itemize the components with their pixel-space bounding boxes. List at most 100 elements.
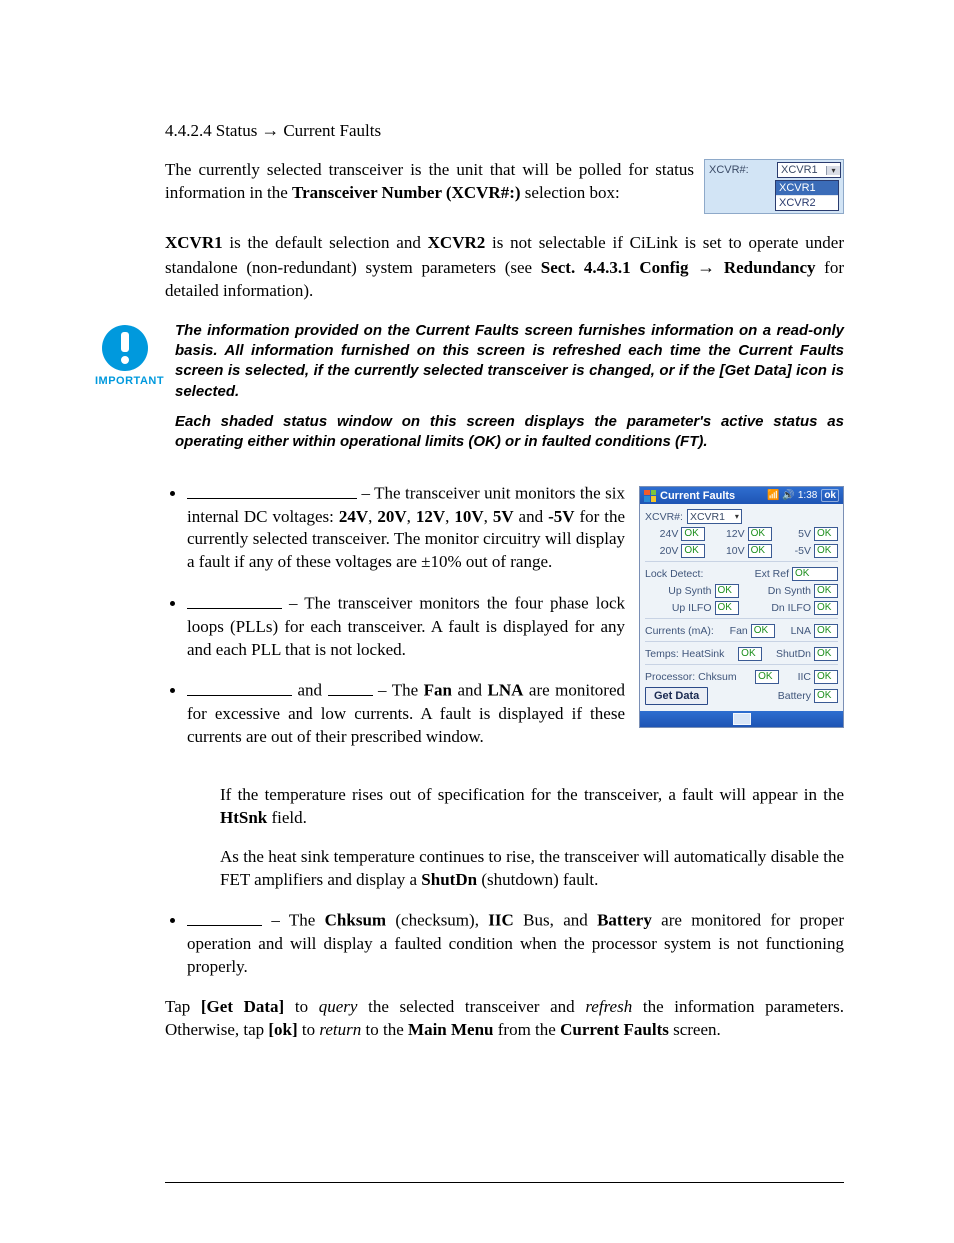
shutdn-lbl: ShutDn: [776, 648, 811, 660]
tl-j: return: [319, 1020, 361, 1039]
b3g: LNA: [488, 681, 524, 700]
chevron-down-icon: ▾: [826, 166, 840, 175]
important-icon-wrap: IMPORTANT: [95, 321, 155, 463]
imp-p1c: screen furnishes information on a: [519, 322, 776, 339]
dropdown-option-1[interactable]: XCVR1: [776, 181, 838, 196]
p2-t1: is the default selection and: [223, 233, 428, 252]
bullet-lock-detect: – The transceiver monitors the four phas…: [187, 592, 625, 661]
upilfo-lbl: Up ILFO: [672, 602, 712, 614]
standalone-paragraph: XCVR1 is the default selection and XCVR2…: [165, 232, 844, 303]
tl-c: to: [284, 997, 319, 1016]
tl-d: query: [319, 997, 358, 1016]
hs-a: If the temperature rises out of specific…: [220, 785, 844, 804]
pda-xcvr-value: XCVR1: [690, 511, 735, 523]
intro-text-end: selection box:: [521, 183, 620, 202]
blank-underline: [187, 482, 357, 498]
b1m: -5V: [548, 507, 574, 526]
b4f: Bus, and: [514, 911, 597, 930]
volt-5v-val: OK: [814, 527, 838, 541]
tl-l: Main Menu: [408, 1020, 493, 1039]
tl-n: Current Faults: [560, 1020, 669, 1039]
dnilfo-lbl: Dn ILFO: [771, 602, 811, 614]
b4g: Battery: [597, 911, 652, 930]
shutdown-paragraph: As the heat sink temperature continues t…: [220, 846, 844, 892]
upsynth-val: OK: [715, 584, 739, 598]
volt-n5v-lbl: -5V: [795, 545, 811, 557]
intro-strong: Transceiver Number (XCVR#:): [292, 183, 521, 202]
imp-p1a: The information provided on the: [175, 322, 415, 339]
dropdown-options: XCVR1 XCVR2: [775, 180, 839, 211]
chevron-down-icon: ▾: [735, 512, 739, 521]
volt-12v-lbl: 12V: [726, 528, 745, 540]
pda-xcvr-select[interactable]: XCVR1 ▾: [687, 509, 742, 524]
footer-rule: [165, 1182, 844, 1183]
b4d: (checksum),: [386, 911, 488, 930]
battery-lbl: Battery: [778, 690, 811, 702]
pda-title: Current Faults: [660, 490, 763, 502]
bullet-voltages: – The transceiver unit monitors the six …: [187, 482, 625, 574]
section-heading: 4.4.2.4 Status → Current Faults: [165, 120, 844, 141]
b4b: – The: [262, 911, 325, 930]
b1l: and: [514, 507, 548, 526]
tl-b: [Get Data]: [201, 997, 284, 1016]
dnilfo-val: OK: [814, 601, 838, 615]
volt-10v-lbl: 10V: [726, 545, 745, 557]
upilfo-val: OK: [715, 601, 739, 615]
arrow-icon: →: [261, 120, 279, 141]
lna-val: OK: [814, 624, 838, 638]
chksum-val: OK: [755, 670, 779, 684]
imp-p2c: or in faulted conditions: [501, 433, 675, 450]
imp-p1b: Current Faults: [415, 322, 519, 339]
b1e: 20V: [377, 507, 406, 526]
b1i: 10V: [454, 507, 483, 526]
section-title-post: Current Faults: [283, 121, 381, 141]
tl-k: to the: [361, 1020, 408, 1039]
dropdown-value: XCVR1: [778, 163, 826, 177]
tail-paragraph: Tap [Get Data] to query the selected tra…: [165, 996, 844, 1042]
battery-val: OK: [814, 689, 838, 703]
bullet-list: – The transceiver unit monitors the six …: [165, 482, 625, 766]
imp-p2d: (FT): [675, 433, 703, 450]
iic-val: OK: [814, 670, 838, 684]
hs-c: field.: [267, 808, 307, 827]
b3d: – The: [373, 681, 424, 700]
imp-p1h: [Get Data]: [720, 362, 792, 379]
heatsink-paragraph: If the temperature rises out of specific…: [220, 784, 844, 830]
upsynth-lbl: Up Synth: [668, 585, 711, 597]
blank-underline: [187, 592, 282, 608]
chksum-lbl: Chksum: [698, 671, 737, 683]
get-data-button[interactable]: Get Data: [645, 687, 708, 705]
dropdown-select[interactable]: XCVR1 ▾: [777, 162, 841, 178]
pda-xcvr-row: XCVR#: XCVR1 ▾: [645, 509, 838, 524]
exclamation-icon: [102, 325, 148, 371]
fan-val: OK: [751, 624, 775, 638]
b4c: Chksum: [325, 911, 386, 930]
volt-24v-val: OK: [681, 527, 705, 541]
important-note: IMPORTANT The information provided on th…: [165, 321, 844, 463]
keyboard-icon[interactable]: [733, 713, 751, 725]
dropdown-option-2[interactable]: XCVR2: [776, 196, 838, 210]
volt-24v-lbl: 24V: [660, 528, 679, 540]
tl-m: from the: [494, 1020, 561, 1039]
volt-20v-lbl: 20V: [660, 545, 679, 557]
b3b: and: [292, 681, 328, 700]
heatsink-lbl: HeatSink: [682, 648, 725, 660]
currents-lbl: Currents (mA):: [645, 625, 714, 637]
xcvr-dropdown-figure: XCVR#: XCVR1 ▾ XCVR1 XCVR2: [704, 159, 844, 214]
sect-ref-strong: Sect. 4.4.3.1 Config: [541, 258, 697, 277]
pda-ok-button[interactable]: ok: [821, 489, 839, 502]
b4e: IIC: [488, 911, 514, 930]
volt-10v-val: OK: [748, 544, 772, 558]
pda-tray: 📶 🔊 1:38: [767, 490, 817, 501]
imp-p1e: basis. All information furnished on this…: [175, 342, 738, 359]
blank-underline: [187, 679, 292, 695]
volt-n5v-val: OK: [814, 544, 838, 558]
lna-lbl: LNA: [791, 625, 811, 637]
pda-time: 1:38: [798, 490, 817, 501]
dropdown-label: XCVR#:: [707, 162, 773, 178]
signal-icon: 📶: [767, 490, 779, 501]
pda-xcvr-label: XCVR#:: [645, 511, 683, 523]
b1j: ,: [484, 507, 493, 526]
section-title-pre: Status: [216, 121, 258, 141]
imp-p1f: Current Faults: [738, 342, 844, 359]
